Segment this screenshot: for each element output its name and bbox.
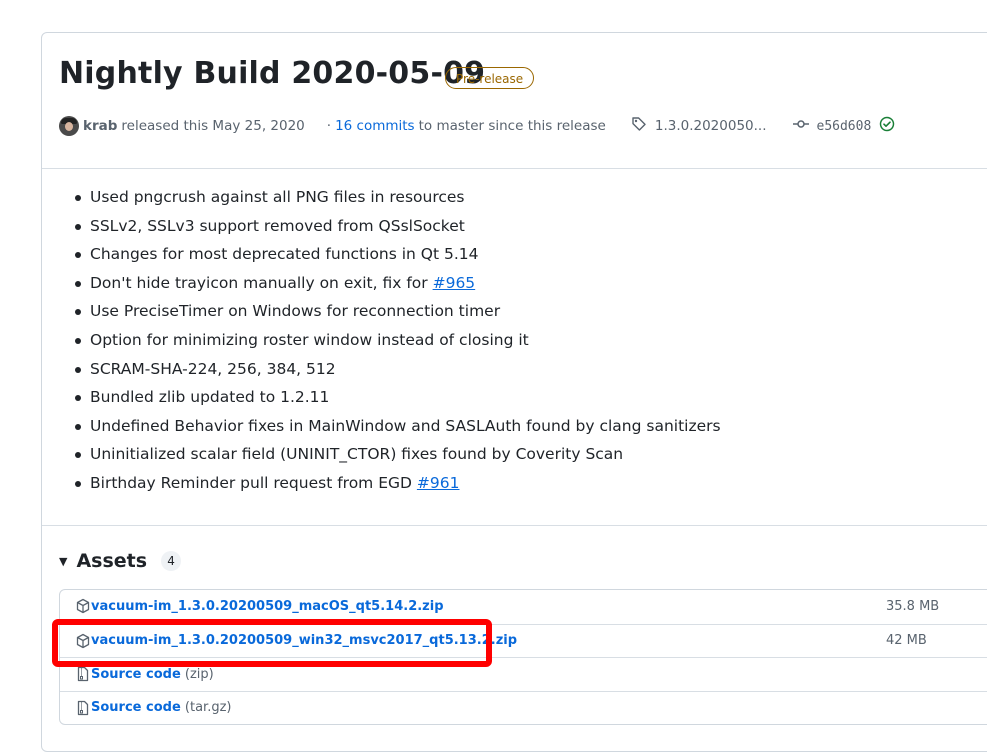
git-commit-icon xyxy=(792,116,809,136)
release-note-item: Option for minimizing roster window inst… xyxy=(72,326,721,355)
asset-size: 42 MB xyxy=(886,633,927,649)
release-note-text: Used pngcrush against all PNG files in r… xyxy=(90,188,465,206)
assets-title: Assets xyxy=(76,550,148,572)
release-notes-list: Used pngcrush against all PNG files in r… xyxy=(72,183,721,498)
release-note-item: Birthday Reminder pull request from EGD … xyxy=(72,469,721,498)
release-note-item: Used pngcrush against all PNG files in r… xyxy=(72,183,721,212)
tag-icon xyxy=(631,116,647,136)
release-note-item: Changes for most deprecated functions in… xyxy=(72,240,721,269)
asset-row: vacuum-im_1.3.0.20200509_macOS_qt5.14.2.… xyxy=(60,590,987,624)
notes-divider xyxy=(42,525,987,526)
issue-link[interactable]: #965 xyxy=(433,274,476,292)
asset-download-link[interactable]: Source code (tar.gz) xyxy=(91,700,231,715)
released-date-text: released this May 25, 2020 xyxy=(121,118,305,134)
package-icon xyxy=(75,633,91,649)
asset-download-link[interactable]: vacuum-im_1.3.0.20200509_win32_msvc2017_… xyxy=(91,633,517,648)
file-zip-icon xyxy=(75,666,91,682)
header-divider xyxy=(42,168,987,169)
assets-count-badge: 4 xyxy=(161,551,182,571)
commits-link[interactable]: 16 commits xyxy=(335,118,415,134)
middot-separator: · xyxy=(326,118,332,134)
asset-name: vacuum-im_1.3.0.20200509_win32_msvc2017_… xyxy=(91,633,518,649)
release-note-text: Option for minimizing roster window inst… xyxy=(90,330,529,349)
author-link[interactable]: krab xyxy=(83,118,117,134)
asset-row: vacuum-im_1.3.0.20200509_win32_msvc2017_… xyxy=(60,623,987,658)
release-note-text: Birthday Reminder pull request from EGD xyxy=(90,473,417,492)
release-note-item: Undefined Behavior fixes in MainWindow a… xyxy=(72,412,721,441)
caret-down-icon: ▼ xyxy=(59,554,68,568)
file-zip-icon xyxy=(75,700,91,716)
release-note-text: Uninitialized scalar field (UNINIT_CTOR)… xyxy=(90,445,624,464)
release-note-item: Uninitialized scalar field (UNINIT_CTOR)… xyxy=(72,440,721,469)
asset-name: Source code xyxy=(91,666,181,682)
assets-list: vacuum-im_1.3.0.20200509_macOS_qt5.14.2.… xyxy=(59,589,987,725)
pre-release-badge: Pre-release xyxy=(445,67,535,89)
assets-toggle[interactable]: ▼ Assets 4 xyxy=(59,548,182,574)
release-meta: krab released this May 25, 2020 · 16 com… xyxy=(59,115,895,137)
release-title[interactable]: Nightly Build 2020-05-09 xyxy=(59,56,485,91)
release-note-text: SCRAM-SHA-224, 256, 384, 512 xyxy=(90,359,336,378)
release-note-item: SCRAM-SHA-224, 256, 384, 512 xyxy=(72,355,721,384)
release-note-item: Bundled zlib updated to 1.2.11 xyxy=(72,383,721,412)
avatar[interactable] xyxy=(59,116,79,136)
tag-link[interactable]: 1.3.0.2020050... xyxy=(655,118,767,134)
release-note-text: Bundled zlib updated to 1.2.11 xyxy=(90,388,330,407)
asset-download-link[interactable]: Source code (zip) xyxy=(91,667,214,682)
release-note-item: Don't hide trayicon manually on exit, fi… xyxy=(72,269,721,298)
release-note-text: Changes for most deprecated functions in… xyxy=(90,245,479,264)
asset-name: Source code xyxy=(91,700,181,716)
issue-link[interactable]: #961 xyxy=(417,474,460,492)
release-note-text: Don't hide trayicon manually on exit, fi… xyxy=(90,273,433,292)
release-note-item: SSLv2, SSLv3 support removed from QSslSo… xyxy=(72,212,721,241)
commits-suffix-text: to master since this release xyxy=(418,118,606,134)
asset-row: Source code (zip) xyxy=(60,657,987,691)
asset-name: vacuum-im_1.3.0.20200509_macOS_qt5.14.2.… xyxy=(91,599,444,615)
release-note-item: Use PreciseTimer on Windows for reconnec… xyxy=(72,297,721,326)
asset-format-suffix: (zip) xyxy=(180,666,214,682)
release-note-text: Use PreciseTimer on Windows for reconnec… xyxy=(90,302,501,321)
asset-download-link[interactable]: vacuum-im_1.3.0.20200509_macOS_qt5.14.2.… xyxy=(91,599,444,614)
package-icon xyxy=(75,598,91,614)
asset-size: 35.8 MB xyxy=(886,599,940,615)
asset-row: Source code (tar.gz) xyxy=(60,690,987,725)
release-note-text: SSLv2, SSLv3 support removed from QSslSo… xyxy=(90,216,465,235)
asset-format-suffix: (tar.gz) xyxy=(180,700,232,716)
commit-sha-link[interactable]: e56d608 xyxy=(817,119,872,134)
release-note-text: Undefined Behavior fixes in MainWindow a… xyxy=(90,416,721,435)
verified-check-icon[interactable] xyxy=(879,116,895,136)
